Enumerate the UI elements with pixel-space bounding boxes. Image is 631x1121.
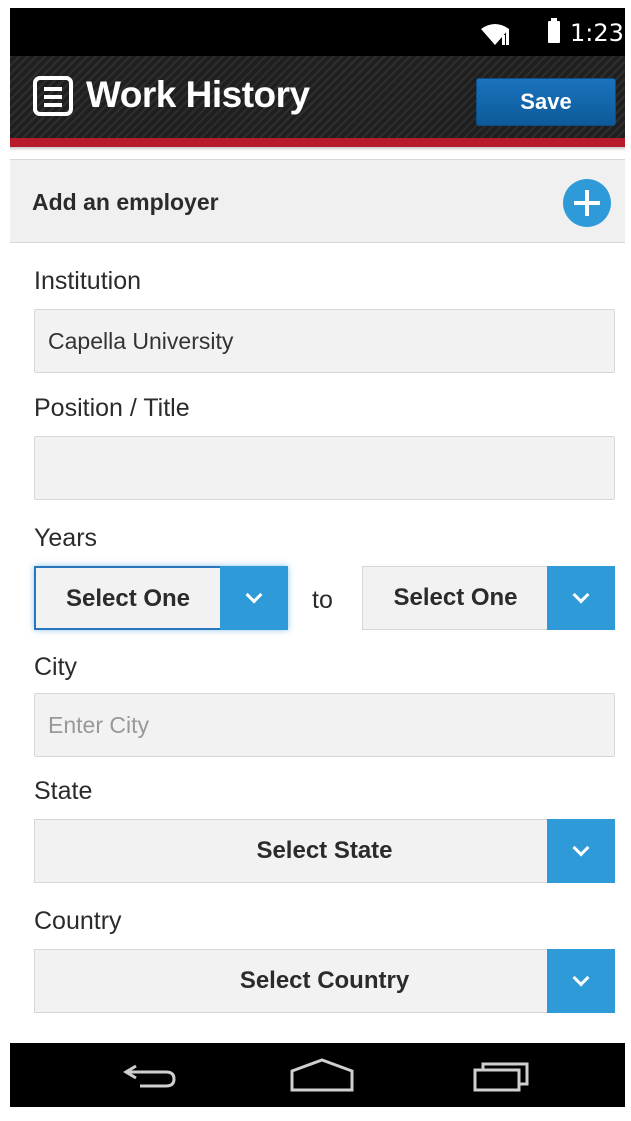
phone-screen: 1:23 Work History Save Add an employer I… [10,8,625,1107]
recents-button[interactable] [462,1043,542,1107]
position-label: Position / Title [34,394,190,422]
back-icon [123,1064,176,1088]
header-accent-bar [10,138,625,147]
app-header: Work History Save [10,56,625,138]
save-button[interactable]: Save [476,78,616,126]
chevron-down-icon [572,839,590,857]
institution-label: Institution [34,267,142,295]
position-input[interactable] [34,436,615,500]
recents-icon [473,1062,529,1092]
device-frame-right [625,0,631,1121]
chevron-down-icon [572,586,590,604]
years-to-dropdown-button[interactable] [547,566,615,630]
chevron-down-icon [245,586,263,604]
state-select[interactable]: Select State [34,819,615,883]
add-employer-row[interactable]: Add an employer [10,159,625,243]
back-button[interactable] [110,1043,190,1107]
header-shadow [10,147,625,151]
chevron-down-icon [572,969,590,987]
state-dropdown-button[interactable] [547,819,615,883]
country-dropdown-button[interactable] [547,949,615,1013]
years-label: Years [34,524,98,552]
status-bar: 1:23 [10,8,625,56]
device-frame [0,0,10,1121]
battery-icon [548,18,560,43]
home-button[interactable] [282,1043,362,1107]
state-value: Select State [256,837,393,864]
city-label: City [34,653,78,681]
country-select[interactable]: Select Country [34,949,615,1013]
years-separator: to [312,586,333,614]
city-input[interactable]: Enter City [34,693,615,757]
country-value: Select Country [239,967,410,994]
years-from-dropdown-button[interactable] [220,566,288,630]
institution-input[interactable]: Capella University [34,309,615,373]
menu-icon[interactable] [33,76,73,116]
country-label: Country [34,907,122,935]
system-nav-bar [10,1043,625,1107]
wifi-signal-icon [481,24,509,45]
city-placeholder: Enter City [48,711,149,738]
home-icon [290,1058,354,1092]
years-to-value: Select One [393,584,518,611]
page-title: Work History [86,74,310,115]
device-frame-bottom [0,1107,631,1121]
state-label: State [34,777,93,805]
add-employer-button[interactable] [563,179,611,227]
status-time: 1:23 [570,19,624,47]
years-from-value: Select One [65,585,191,612]
years-to-select[interactable]: Select One [362,566,615,630]
years-from-select[interactable]: Select One [34,566,288,630]
add-employer-label: Add an employer [32,189,219,215]
institution-value: Capella University [48,327,234,354]
